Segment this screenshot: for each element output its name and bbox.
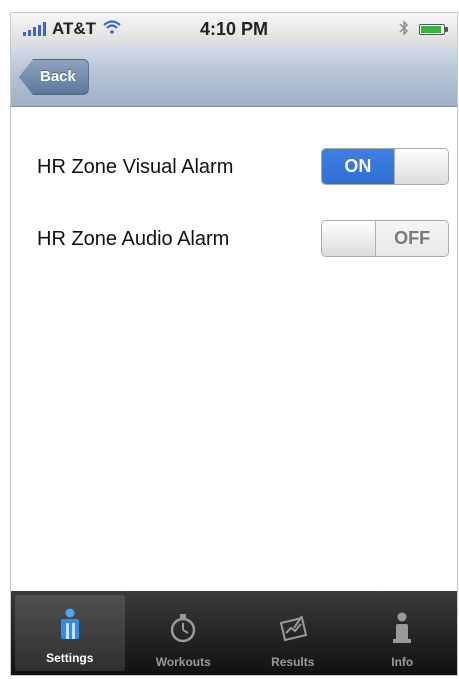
status-right: [399, 19, 448, 39]
settings-content: HR Zone Visual Alarm ON HR Zone Audio Al…: [11, 108, 457, 593]
tab-settings[interactable]: Settings: [15, 595, 125, 671]
bluetooth-icon: [399, 19, 409, 39]
back-button[interactable]: Back: [19, 59, 89, 95]
stopwatch-icon: [171, 614, 196, 643]
visual-alarm-label: HR Zone Visual Alarm: [37, 156, 234, 178]
toggle-off-label: OFF: [376, 221, 448, 256]
tab-info[interactable]: Info: [348, 591, 458, 675]
info-icon: [393, 612, 412, 643]
signal-icon: [23, 22, 46, 36]
visual-alarm-toggle[interactable]: ON: [321, 148, 449, 185]
app-frame: AT&T 4:10 PM Back HR Zone Visual Alarm O…: [10, 12, 458, 676]
navigation-bar: Back: [11, 45, 457, 107]
audio-alarm-toggle[interactable]: OFF: [321, 220, 449, 257]
tab-label: Settings: [46, 651, 94, 665]
audio-alarm-label: HR Zone Audio Alarm: [37, 228, 230, 250]
status-left: AT&T: [23, 19, 122, 39]
carrier-name: AT&T: [52, 19, 97, 38]
toggle-knob: [393, 149, 448, 184]
status-time: 4:10 PM: [199, 18, 269, 39]
tab-label: Info: [391, 655, 414, 669]
setting-row-visual-alarm: HR Zone Visual Alarm ON: [11, 148, 457, 188]
tab-label: Workouts: [155, 655, 211, 669]
status-bar: AT&T 4:10 PM: [11, 13, 457, 45]
results-chart-icon: [279, 615, 307, 642]
wifi-icon: [102, 19, 122, 39]
battery-icon: [419, 23, 448, 35]
tab-label: Results: [271, 655, 315, 669]
tab-results[interactable]: Results: [238, 591, 348, 675]
toggle-knob: [322, 221, 377, 256]
settings-person-icon: [60, 608, 79, 639]
toggle-on-label: ON: [322, 149, 394, 184]
setting-row-audio-alarm: HR Zone Audio Alarm OFF: [11, 220, 457, 260]
tab-bar: Settings Workouts Results Info: [11, 591, 457, 675]
tab-workouts[interactable]: Workouts: [129, 591, 239, 675]
